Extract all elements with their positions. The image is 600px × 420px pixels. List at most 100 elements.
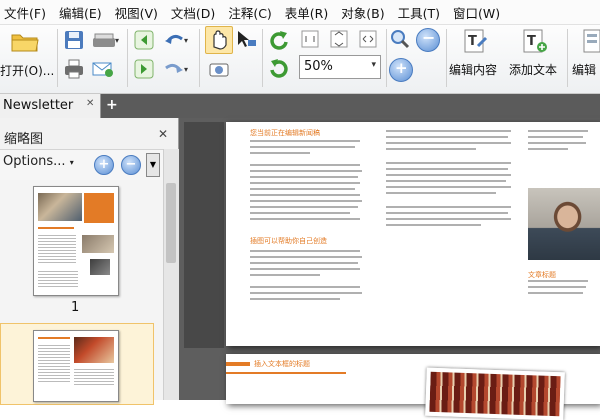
text-line [250,212,350,214]
print-button[interactable] [63,58,85,80]
text-line [250,188,355,190]
actual-size-button[interactable] [328,29,350,49]
camera-icon [209,63,229,77]
thumbnail-text [38,343,70,383]
text-line [386,192,496,194]
scrollbar-thumb[interactable] [166,183,176,263]
plus-icon: + [395,59,408,77]
text-line [250,218,360,220]
thumbnail-orange-block [84,193,114,223]
menu-comment[interactable]: 注释(C) [224,3,280,22]
text-line [250,170,362,172]
text-line [250,268,360,270]
thumbnail-heading [38,227,74,229]
zoom-out-button[interactable]: − [416,28,440,52]
fit-width-icon [359,30,377,48]
select-text-button[interactable] [235,28,257,52]
page-heading: 插入文本框的标题 [254,360,310,368]
text-line [528,286,586,288]
text-line [386,212,508,214]
menu-file[interactable]: 文件(F) [0,3,55,22]
text-line [386,136,508,138]
tab-newsletter[interactable]: Newsletter ✕ [0,94,101,118]
new-tab-button[interactable]: + [106,97,118,113]
thumbnail-photo [38,193,82,221]
scan-button[interactable]: ▾ [91,29,119,51]
toolbar-divider [386,29,387,87]
add-text-button[interactable]: T [521,28,549,54]
text-line [528,292,583,294]
text-line [250,182,360,184]
zoom-in-button[interactable]: + [389,58,413,82]
rotate-right-button[interactable] [267,56,291,80]
thumbnail-photo [82,235,114,253]
save-button[interactable] [63,29,85,51]
snapshot-button[interactable] [207,58,231,80]
options-menu-button[interactable]: Options... ▾ [3,154,74,169]
panel-toolbar: Options... ▾ + − ▼ [0,149,178,181]
text-line [386,148,476,150]
thumbnail-text [38,269,78,287]
save-icon [65,31,83,49]
thumbnail-heading [38,337,70,339]
close-icon[interactable]: ✕ [86,98,94,109]
thumbnail-photo [74,337,114,363]
edit-content-label[interactable]: 编辑内容 [449,61,497,78]
zoom-select[interactable]: 50% ▾ [299,55,381,79]
text-line [250,164,360,166]
text-line [250,286,360,288]
rotate-ccw-icon [270,31,288,50]
svg-text:▾: ▾ [184,65,188,74]
rotate-left-button[interactable] [267,28,291,52]
thumbnail-scrollbar[interactable] [163,149,179,400]
text-line [250,140,360,142]
text-line [250,146,355,148]
open-button[interactable] [10,29,40,53]
edit-object-button[interactable] [582,28,600,54]
document-tab-bar: Newsletter ✕ + [0,94,600,118]
fit-width-button[interactable] [357,29,379,49]
svg-text:T: T [468,34,477,49]
thumbnail-photo [90,259,110,275]
enlarge-thumbnails-button[interactable]: + [94,155,114,175]
previous-view-button[interactable] [134,29,154,51]
email-button[interactable] [91,58,115,80]
page-thumbnail-1[interactable] [33,186,119,296]
scanner-icon: ▾ [93,33,119,47]
actual-size-icon [330,30,348,48]
edit-content-button[interactable]: T [462,28,490,54]
accent-bar [226,362,250,366]
document-canvas[interactable]: 您当前正在编辑新闻稿 插图可以帮助你自己创造 文章标题 插入文本框的标题 [179,118,600,420]
menu-view[interactable]: 视图(V) [111,3,167,22]
thumbnail-text [74,367,114,385]
close-icon[interactable]: ✕ [158,127,168,141]
menu-document[interactable]: 文档(D) [167,3,224,22]
text-line [386,206,511,208]
menu-window[interactable]: 窗口(W) [449,3,509,22]
svg-text:▾: ▾ [184,36,188,45]
menu-form[interactable]: 表单(R) [281,3,337,22]
shrink-thumbnails-button[interactable]: − [121,155,141,175]
options-label: Options... [3,154,66,169]
rotate-cw-icon [270,59,288,78]
menu-edit[interactable]: 编辑(E) [55,3,111,22]
menu-object[interactable]: 对象(B) [337,3,393,22]
text-line [528,148,568,150]
panel-dropdown-button[interactable]: ▼ [146,153,160,177]
minus-icon: − [125,157,137,172]
open-label[interactable]: 打开(O)... [0,62,54,79]
text-line [528,280,588,282]
edit-object-label[interactable]: 编辑 [572,61,596,78]
add-text-label[interactable]: 添加文本 [509,61,557,78]
zoom-in-tool-button[interactable] [389,28,411,50]
next-view-button[interactable] [134,58,154,80]
undo-button[interactable]: ▾ [162,29,190,51]
page-thumbnail-2[interactable] [33,330,119,402]
redo-button[interactable]: ▾ [162,58,190,80]
text-line [386,186,511,188]
text-line [386,180,506,182]
menu-tools[interactable]: 工具(T) [394,3,449,22]
accent-line [226,372,346,374]
fit-page-button[interactable] [299,29,321,49]
hand-tool-button[interactable] [205,26,233,54]
